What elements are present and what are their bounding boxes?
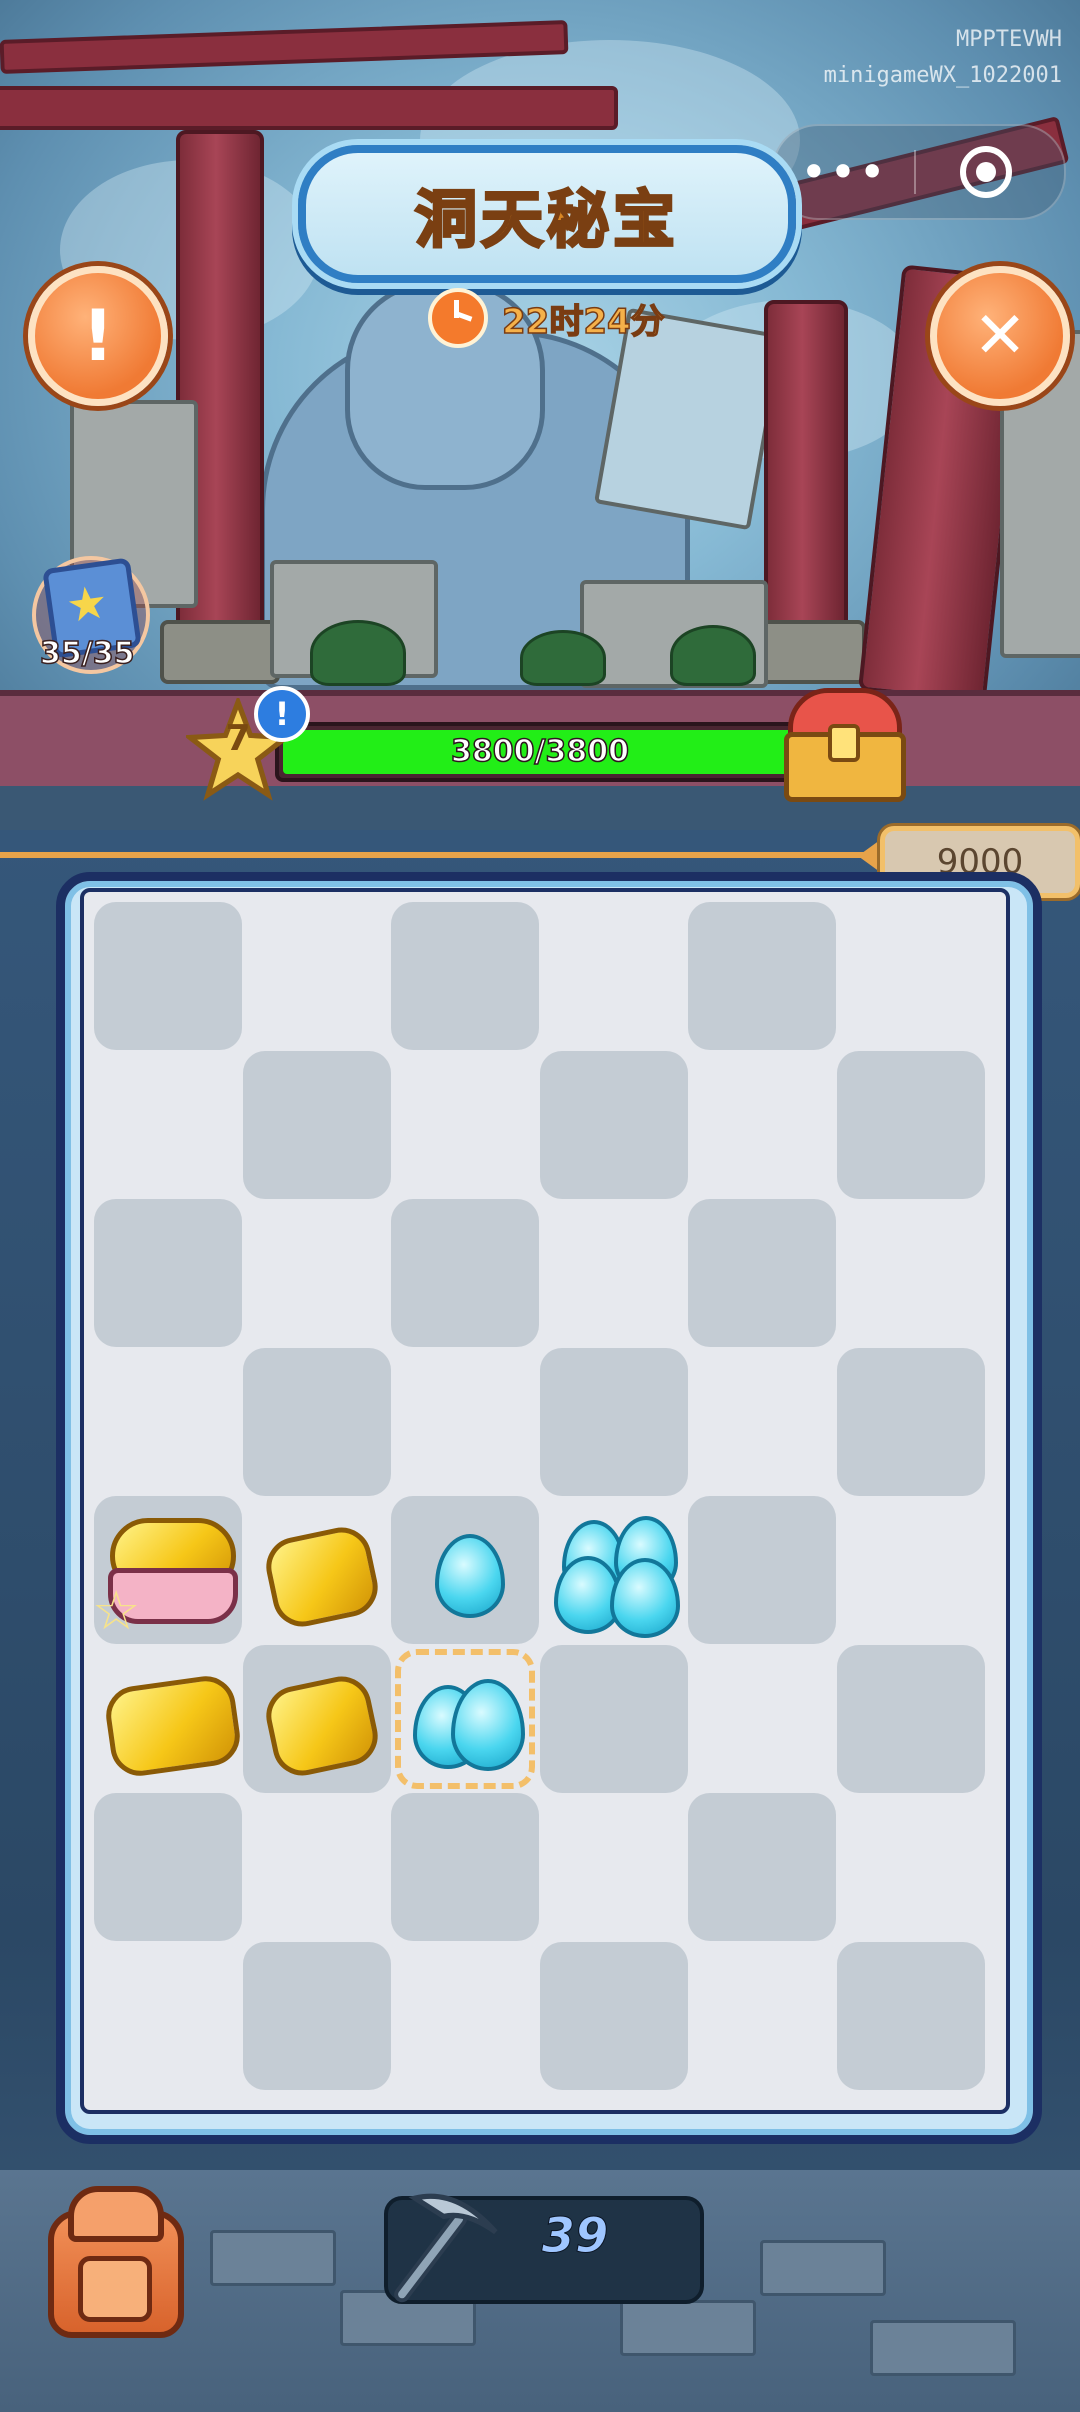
board-cell[interactable] bbox=[540, 1348, 688, 1496]
board-cell[interactable] bbox=[688, 1348, 836, 1496]
debug-watermark: MPPTEVWH minigameWX_1022001 bbox=[824, 22, 1062, 94]
close-miniprogram-button[interactable] bbox=[916, 146, 1056, 198]
gold-chunk-item[interactable] bbox=[243, 1496, 391, 1644]
pickaxe-count: 39 bbox=[541, 2208, 609, 2265]
temple-beam bbox=[0, 86, 618, 130]
watermark-line: minigameWX_1022001 bbox=[823, 63, 1062, 88]
notification-badge-icon: ! bbox=[254, 686, 310, 742]
backpack-flap bbox=[68, 2186, 164, 2242]
brick bbox=[620, 2300, 756, 2356]
board-cell[interactable] bbox=[94, 1793, 242, 1941]
more-menu-button[interactable]: ••• bbox=[774, 149, 914, 195]
mini-program-capsule: ••• bbox=[772, 124, 1066, 220]
clock-icon bbox=[428, 288, 488, 348]
board-cell[interactable] bbox=[243, 1793, 391, 1941]
board-cell[interactable] bbox=[391, 1051, 539, 1199]
board-cell[interactable] bbox=[837, 1793, 985, 1941]
blue-flame-cluster-item[interactable] bbox=[540, 1496, 688, 1644]
gold-ingot-icon bbox=[260, 1521, 384, 1633]
close-button[interactable]: ✕ bbox=[930, 266, 1070, 406]
board-cell[interactable] bbox=[688, 1793, 836, 1941]
board-cell[interactable] bbox=[243, 1051, 391, 1199]
gold-basket-item[interactable]: ☆ bbox=[92, 1496, 242, 1644]
target-circle-icon bbox=[960, 146, 1012, 198]
grass bbox=[520, 630, 606, 686]
board-cell[interactable] bbox=[94, 1348, 242, 1496]
backpack-pocket bbox=[78, 2256, 152, 2322]
blue-flame-icon bbox=[451, 1679, 525, 1771]
board-cell[interactable] bbox=[688, 1051, 836, 1199]
board-cell[interactable] bbox=[837, 1496, 985, 1644]
board-cell[interactable] bbox=[391, 1942, 539, 2090]
board-cell[interactable] bbox=[837, 1645, 985, 1793]
board-cell[interactable] bbox=[391, 1199, 539, 1347]
progress-text: 3800/3800 bbox=[450, 733, 629, 770]
board-cell[interactable] bbox=[540, 1793, 688, 1941]
board-cell[interactable] bbox=[540, 1645, 688, 1793]
gold-ingot-icon bbox=[102, 1672, 244, 1780]
blue-flame-medium-item[interactable] bbox=[391, 1645, 539, 1793]
collection-count: 35/35 bbox=[39, 635, 135, 672]
watermark-line: MPPTEVWH bbox=[956, 27, 1062, 52]
board-cell[interactable] bbox=[243, 1348, 391, 1496]
event-timer: 22时24分 bbox=[428, 288, 665, 348]
board-cell[interactable] bbox=[540, 902, 688, 1050]
timer-text: 22时24分 bbox=[501, 301, 665, 343]
info-button[interactable]: ! bbox=[28, 266, 168, 406]
grass bbox=[670, 625, 756, 686]
brick bbox=[870, 2320, 1016, 2376]
score-arrow bbox=[858, 840, 880, 872]
page-title: 洞天秘宝 bbox=[413, 182, 679, 258]
board-cell[interactable] bbox=[837, 1942, 985, 2090]
board-cell[interactable] bbox=[688, 1645, 836, 1793]
brick bbox=[760, 2240, 886, 2296]
brick bbox=[210, 2230, 336, 2286]
close-icon: ✕ bbox=[973, 299, 1027, 373]
board-cell[interactable] bbox=[837, 902, 985, 1050]
pillar-base bbox=[160, 620, 280, 684]
board-cell[interactable] bbox=[94, 1942, 242, 2090]
board-cell[interactable] bbox=[688, 1496, 836, 1644]
board-cell[interactable] bbox=[94, 1199, 242, 1347]
board-cell[interactable] bbox=[837, 1051, 985, 1199]
gold-chunk-large-item[interactable] bbox=[94, 1645, 244, 1793]
board-cell[interactable] bbox=[540, 1051, 688, 1199]
pickaxe-icon bbox=[394, 2193, 498, 2303]
pillar-right bbox=[764, 300, 848, 648]
board-cell[interactable] bbox=[837, 1348, 985, 1496]
board-cell[interactable] bbox=[94, 1051, 242, 1199]
board-cell[interactable] bbox=[391, 1348, 539, 1496]
board-cell[interactable] bbox=[94, 902, 242, 1050]
exclamation-icon: ! bbox=[82, 295, 114, 377]
blue-flame-icon bbox=[435, 1534, 505, 1618]
board-cell[interactable] bbox=[837, 1199, 985, 1347]
star-icon: ☆ bbox=[92, 1579, 141, 1642]
board-cell[interactable] bbox=[243, 1942, 391, 2090]
board-cell[interactable] bbox=[688, 1942, 836, 2090]
gold-ingot-icon bbox=[260, 1670, 384, 1782]
chest-lock bbox=[828, 724, 860, 762]
reward-chest-icon[interactable] bbox=[780, 688, 906, 802]
board-cell[interactable] bbox=[688, 902, 836, 1050]
level-progress-bar: 3800/3800 bbox=[275, 722, 805, 782]
board-cell[interactable] bbox=[688, 1199, 836, 1347]
board-cell[interactable] bbox=[243, 902, 391, 1050]
ground-shadow bbox=[0, 786, 1080, 830]
board-cell[interactable] bbox=[540, 1199, 688, 1347]
blue-flame-small-item[interactable] bbox=[391, 1496, 539, 1644]
title-plate: 洞天秘宝 bbox=[298, 145, 796, 283]
grass bbox=[310, 620, 406, 686]
score-line bbox=[0, 852, 890, 858]
board-cell[interactable] bbox=[391, 902, 539, 1050]
gold-chunk-item[interactable] bbox=[243, 1645, 391, 1793]
board-cell[interactable] bbox=[540, 1942, 688, 2090]
backpack-button[interactable] bbox=[38, 2180, 184, 2338]
board-cell[interactable] bbox=[243, 1199, 391, 1347]
board-cell[interactable] bbox=[391, 1793, 539, 1941]
